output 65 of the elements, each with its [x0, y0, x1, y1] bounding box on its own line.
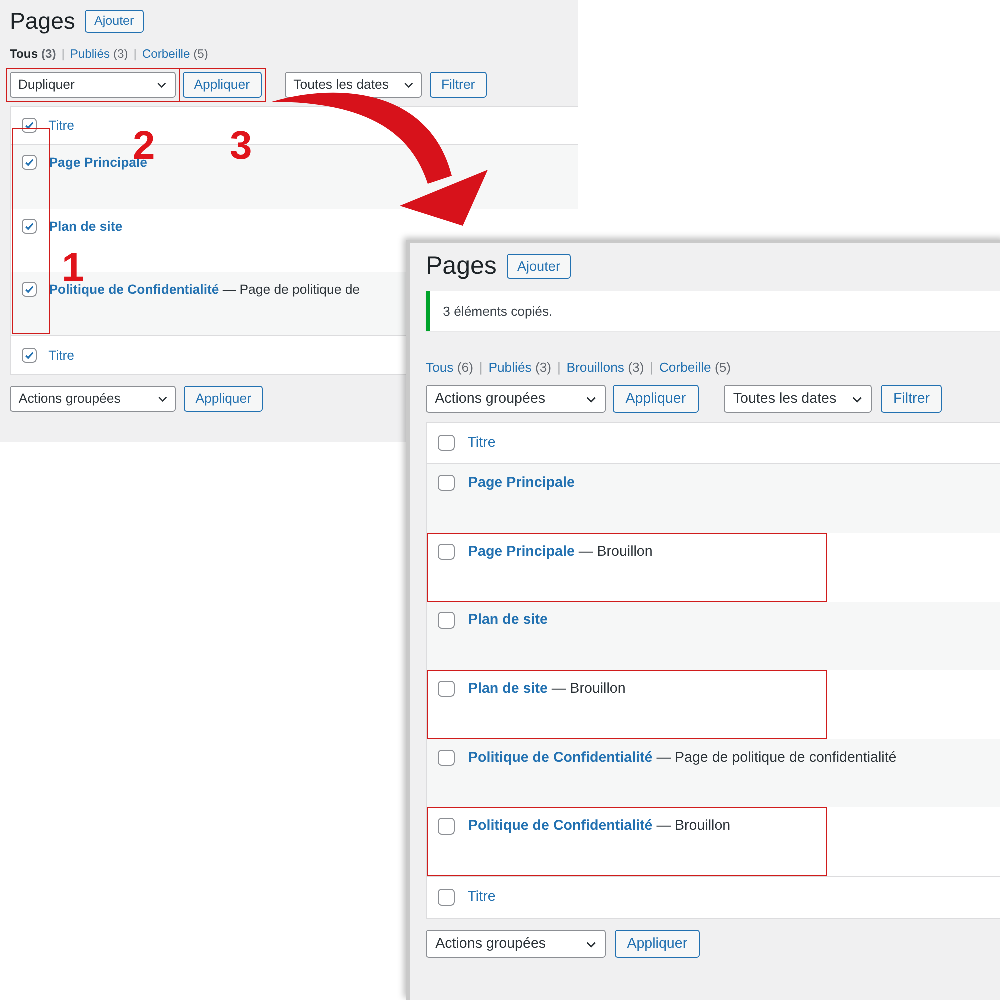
- checkbox[interactable]: [438, 818, 455, 835]
- column-footer[interactable]: Titre: [48, 348, 74, 363]
- checkmark-icon: [24, 220, 35, 232]
- view-filter-link[interactable]: Tous (6): [426, 360, 474, 375]
- view-filter-link[interactable]: Brouillons (3): [566, 360, 644, 375]
- separator: |: [134, 47, 137, 62]
- curved-arrow-icon: [272, 93, 488, 226]
- page-link[interactable]: Page Principale: [468, 544, 575, 560]
- view-filter-link[interactable]: Tous (3): [10, 47, 56, 62]
- checkbox[interactable]: [438, 889, 455, 906]
- checkmark-icon: [24, 120, 35, 132]
- separator: |: [557, 360, 561, 375]
- apply-button[interactable]: Appliquer: [184, 386, 264, 412]
- checkbox[interactable]: [22, 155, 37, 170]
- add-button[interactable]: Ajouter: [84, 10, 144, 34]
- separator: |: [62, 47, 65, 62]
- page-status: — Brouillon: [550, 680, 626, 697]
- checkbox[interactable]: [438, 475, 455, 492]
- bulk-action-select[interactable]: Actions groupées: [10, 386, 176, 412]
- view-filter-link[interactable]: Corbeille (5): [659, 360, 732, 375]
- page-link[interactable]: Politique de Confidentialité: [468, 818, 653, 834]
- filter-button[interactable]: Filtrer: [430, 72, 487, 98]
- page-title: Pages: [426, 252, 497, 281]
- page-status: — Brouillon: [578, 544, 653, 560]
- view-filter-link[interactable]: Corbeille (5): [142, 47, 208, 62]
- checkbox[interactable]: [438, 612, 455, 629]
- view-filter-link[interactable]: Publiés (3): [70, 47, 128, 62]
- page-link[interactable]: Politique de Confidentialité: [468, 750, 653, 766]
- apply-button[interactable]: Appliquer: [613, 385, 699, 413]
- bulk-action-select[interactable]: Actions groupées: [426, 930, 606, 958]
- apply-button[interactable]: Appliquer: [614, 930, 700, 958]
- checkbox[interactable]: [22, 218, 37, 234]
- page-link[interactable]: Plan de site: [49, 218, 123, 234]
- apply-button[interactable]: Appliquer: [182, 72, 262, 98]
- date-select[interactable]: Toutes les dates: [284, 72, 422, 98]
- page-link[interactable]: Page Principale: [468, 475, 575, 492]
- separator: |: [650, 360, 654, 375]
- checkbox[interactable]: [22, 118, 37, 134]
- filter-button[interactable]: Filtrer: [881, 385, 942, 413]
- column-header[interactable]: Titre: [468, 434, 496, 451]
- checkmark-icon: [24, 350, 35, 361]
- page-link[interactable]: Plan de site: [468, 612, 548, 628]
- column-header[interactable]: Titre: [48, 118, 74, 134]
- separator: |: [479, 360, 483, 375]
- column-footer[interactable]: Titre: [468, 889, 496, 906]
- step-number: 3: [230, 126, 252, 166]
- page-status: — Brouillon: [656, 818, 731, 834]
- checkbox[interactable]: [22, 282, 37, 298]
- checkbox[interactable]: [438, 434, 455, 452]
- view-filter-link[interactable]: Publiés (3): [488, 360, 552, 375]
- page-status: — Page de politique de confidentialité: [656, 750, 897, 766]
- date-select[interactable]: Toutes les dates: [724, 385, 872, 413]
- checkmark-icon: [24, 157, 35, 168]
- checkbox[interactable]: [22, 348, 37, 363]
- add-button[interactable]: Ajouter: [506, 254, 571, 279]
- checkbox[interactable]: [438, 750, 455, 766]
- checkmark-icon: [24, 284, 35, 296]
- page-title: Pages: [10, 8, 76, 35]
- checkbox[interactable]: [438, 680, 455, 698]
- page-link[interactable]: Plan de site: [468, 680, 548, 697]
- checkbox[interactable]: [438, 544, 455, 560]
- bulk-action-select[interactable]: Actions groupées: [426, 385, 606, 413]
- bulk-action-select[interactable]: Dupliquer: [10, 72, 176, 98]
- page-status: — Page de politique de: [222, 282, 360, 297]
- success-notice: 3 éléments copiés.: [426, 291, 1000, 332]
